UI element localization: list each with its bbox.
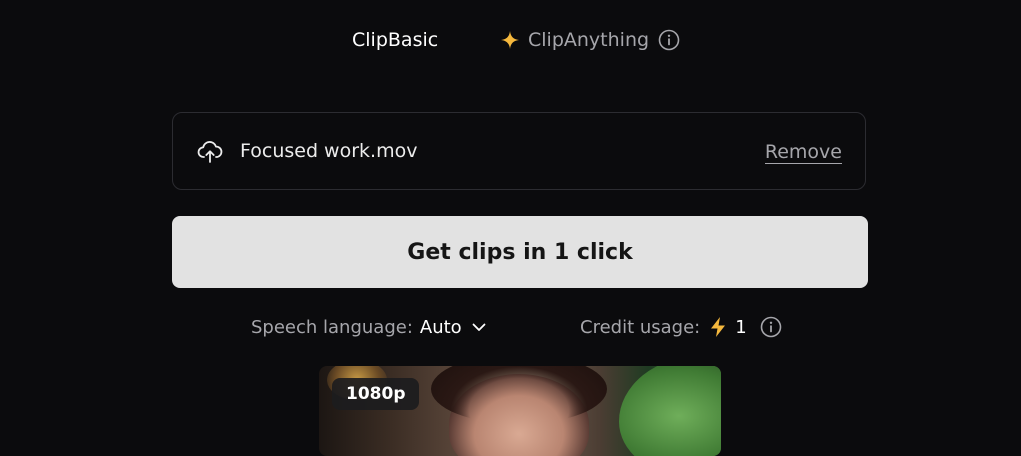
speech-language-label: Speech language: — [251, 316, 413, 338]
tab-clipanything-label: ClipAnything — [528, 29, 650, 51]
options-row: Speech language: Auto Credit usage: 1 — [0, 312, 1021, 342]
speech-language-value: Auto — [419, 316, 462, 338]
speech-language-group: Speech language: Auto — [251, 312, 487, 342]
speech-language-dropdown[interactable]: Auto — [420, 317, 487, 338]
chevron-down-icon — [471, 319, 487, 335]
uploaded-file-card: Focused work.mov Remove — [172, 112, 866, 190]
tab-clipanything[interactable]: ClipAnything — [500, 22, 680, 58]
remove-button[interactable]: Remove — [764, 141, 842, 164]
sparkle-icon — [500, 30, 520, 50]
tab-clipbasic-label: ClipBasic — [352, 29, 439, 51]
resolution-badge: 1080p — [332, 378, 420, 410]
credit-usage-label: Credit usage: — [580, 316, 701, 338]
preview-background-plant — [619, 366, 721, 456]
cloud-upload-icon — [197, 139, 223, 165]
credit-info-icon[interactable] — [760, 316, 782, 338]
file-name: Focused work.mov — [240, 140, 418, 162]
get-clips-button[interactable]: Get clips in 1 click — [172, 216, 868, 288]
lightning-bolt-icon — [709, 316, 727, 338]
info-icon[interactable] — [658, 29, 680, 51]
credit-usage-group: Credit usage: 1 — [580, 312, 782, 342]
credit-usage-value: 1 — [735, 316, 747, 338]
tab-clipbasic[interactable]: ClipBasic — [352, 22, 438, 58]
video-preview[interactable]: 1080p — [319, 366, 721, 456]
mode-tabs: ClipBasic ClipAnything — [0, 22, 1021, 58]
